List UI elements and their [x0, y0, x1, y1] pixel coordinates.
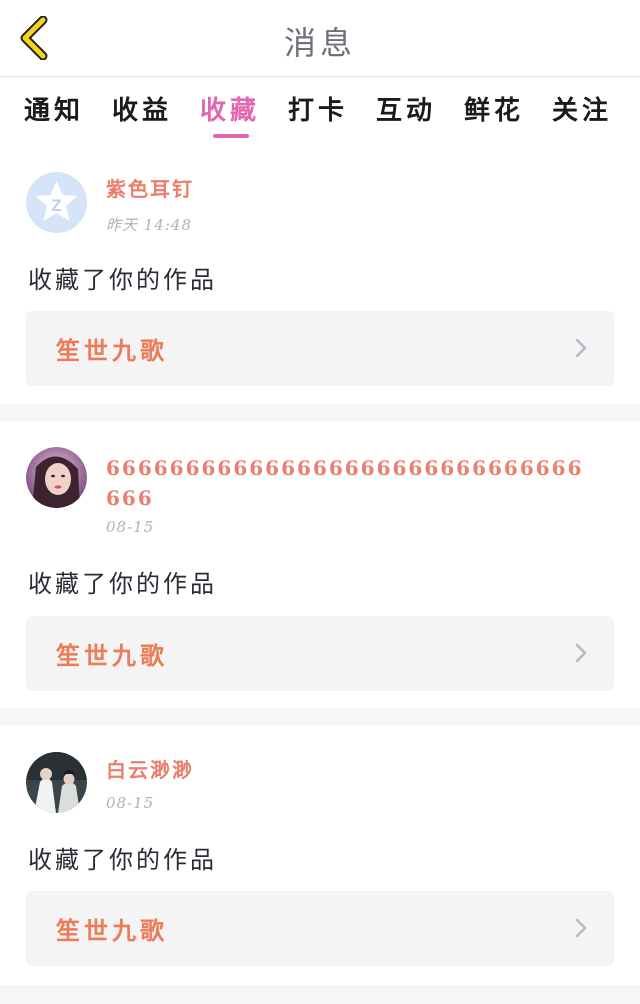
username[interactable]: 紫色耳钉	[106, 174, 194, 204]
work-link[interactable]: 笙世九歌	[26, 311, 614, 386]
user-photo-avatar[interactable]	[26, 752, 87, 813]
active-tab-indicator	[213, 134, 249, 138]
chevron-right-icon	[575, 918, 587, 938]
tab-notifications[interactable]: 通知	[22, 90, 86, 127]
username-line-2[interactable]: 666	[106, 483, 154, 513]
action-text: 收藏了你的作品	[28, 266, 217, 294]
tab-earnings[interactable]: 收益	[110, 90, 174, 127]
work-title: 笙世九歌	[56, 336, 168, 365]
tab-follow[interactable]: 关注	[550, 90, 614, 127]
tab-checkin[interactable]: 打卡	[286, 90, 350, 127]
work-title: 笙世九歌	[56, 641, 168, 670]
message-tabs: 通知 收益 收藏 打卡 互动 鲜花 关注	[0, 78, 640, 142]
page-title: 消息	[283, 24, 356, 62]
top-nav-bar: 消息	[0, 0, 640, 77]
timestamp: 昨天 14:48	[106, 216, 192, 234]
action-text: 收藏了你的作品	[28, 846, 217, 874]
default-star-avatar-icon[interactable]: Z	[26, 172, 87, 233]
tab-flowers[interactable]: 鲜花	[462, 90, 526, 127]
timestamp: 08-15	[106, 518, 155, 536]
action-text: 收藏了你的作品	[28, 570, 217, 598]
chevron-right-icon	[575, 643, 587, 663]
username-line-1[interactable]: 666666666666666666666666666666	[106, 453, 583, 483]
favorite-notification-card: 666666666666666666666666666666 666 08-15…	[0, 421, 640, 708]
chevron-right-icon	[575, 338, 587, 358]
favorite-notification-card: Z 紫色耳钉 昨天 14:48 收藏了你的作品 笙世九歌	[0, 142, 640, 404]
svg-text:Z: Z	[51, 196, 61, 215]
work-title: 笙世九歌	[56, 916, 168, 945]
tab-favorites[interactable]: 收藏	[198, 90, 262, 127]
timestamp: 08-15	[106, 794, 155, 812]
favorite-notification-card: 白云渺渺 08-15 收藏了你的作品 笙世九歌	[0, 725, 640, 985]
work-link[interactable]: 笙世九歌	[26, 891, 614, 966]
work-link[interactable]: 笙世九歌	[26, 616, 614, 691]
user-photo-avatar[interactable]	[26, 447, 87, 508]
tab-interaction[interactable]: 互动	[374, 90, 438, 127]
username[interactable]: 白云渺渺	[106, 755, 194, 785]
